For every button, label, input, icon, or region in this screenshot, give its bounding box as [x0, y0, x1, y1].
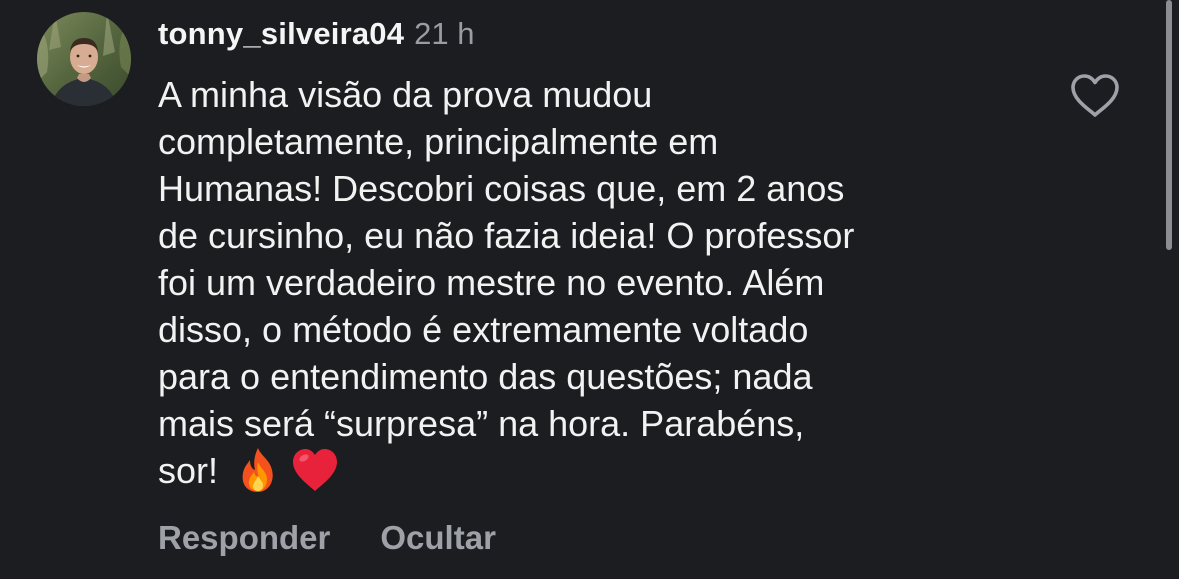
comment-actions: Responder Ocultar [158, 518, 496, 558]
username[interactable]: tonny_silveira04 [158, 16, 404, 51]
comment-text-line: sor! [158, 450, 219, 491]
comment-text-last-line: sor! [158, 447, 1038, 497]
emoji-group [236, 446, 340, 494]
avatar-image [37, 12, 131, 106]
comment-text-line: de cursinho, eu não fazia ideia! O profe… [158, 215, 855, 256]
comment-text-line: A minha visão da prova mudou [158, 74, 653, 115]
comment-text-line: mais será “surpresa” na hora. Parabéns, [158, 403, 805, 444]
comment-text-line: completamente, principalmente em [158, 121, 719, 162]
timestamp: 21 h [414, 16, 475, 51]
heart-outline-icon [1071, 74, 1119, 117]
comment-text-line: Humanas! Descobri coisas que, em 2 anos [158, 168, 845, 209]
hide-button[interactable]: Ocultar [380, 519, 496, 556]
fire-emoji-icon [242, 448, 273, 493]
comment: tonny_silveira04 21 h A minha visão da pr… [0, 0, 1179, 579]
scrollbar[interactable] [1166, 0, 1172, 250]
comment-text-line: foi um verdadeiro mestre no evento. Além [158, 262, 825, 303]
reply-button[interactable]: Responder [158, 519, 330, 556]
like-button[interactable] [1068, 72, 1122, 120]
comment-meta: tonny_silveira04 21 h [158, 14, 1038, 54]
red-heart-emoji-icon [293, 449, 338, 492]
avatar[interactable] [37, 12, 131, 106]
comment-text: A minha visão da prova mudou completamen… [158, 71, 1038, 497]
comment-text-line: para o entendimento das questões; nada [158, 356, 813, 397]
comment-text-line: disso, o método é extremamente voltado [158, 309, 809, 350]
comment-content: tonny_silveira04 21 h A minha visão da pr… [158, 14, 1038, 497]
